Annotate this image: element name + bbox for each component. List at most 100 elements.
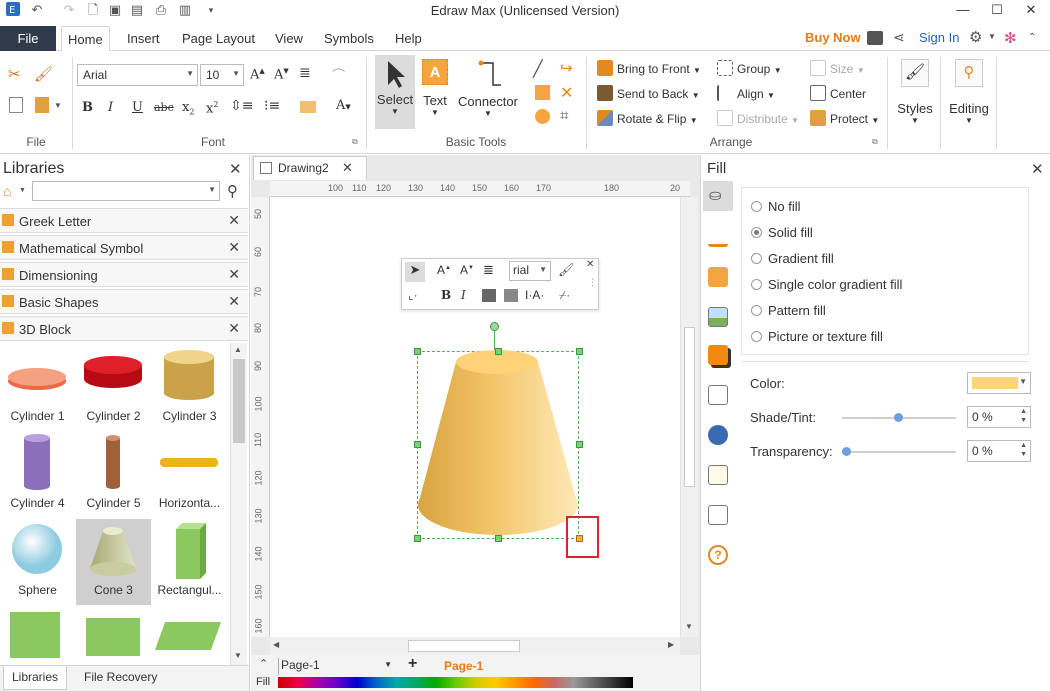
rotate-flip-button[interactable]: Rotate & Flip ▼ [597,110,698,126]
library-search-input[interactable]: ▼ [32,181,220,201]
page-properties-icon[interactable] [708,385,728,405]
connector-style-icon[interactable]: ⌞· [408,288,418,302]
close-document-icon[interactable]: ✕ [342,160,353,176]
close-toolbar-icon[interactable]: ✕ [586,259,594,270]
spin-arrows-icon[interactable]: ▲ ▼ [1020,407,1027,425]
add-page-button[interactable]: + [408,655,417,673]
pointer-icon[interactable]: ➤ [405,262,425,282]
cut-icon[interactable]: ✂ [8,65,21,83]
cube-shape-thumbnail[interactable] [10,612,60,658]
tab-symbols[interactable]: Symbols [318,26,380,51]
fill-option-no-fill[interactable]: No fill [751,199,801,214]
app-plugin-icon[interactable]: ✻ [1004,29,1017,47]
italic-button[interactable]: I [461,288,466,302]
close-category-icon[interactable]: ✕ [228,320,240,337]
tab-view[interactable]: View [269,26,309,51]
shape-cylinder-2[interactable]: Cylinder 2 [76,345,151,431]
library-scrollbar[interactable]: ▲ ▼ [230,343,247,665]
scroll-left-icon[interactable]: ◀ [273,640,279,649]
cart-icon[interactable] [867,31,883,45]
library-category-3d-block[interactable]: 3D Block ✕ [0,316,248,341]
shape-horizontal-cylinder[interactable]: Horizonta... [152,432,227,518]
library-category-basic-shapes[interactable]: Basic Shapes ✕ [0,289,248,314]
resize-handle-bottom-left[interactable] [414,535,421,542]
rectangle-tool-icon[interactable] [535,85,550,100]
fill-option-picture-texture[interactable]: Picture or texture fill [751,329,883,344]
superscript-button[interactable]: x2 [206,100,218,116]
library-category-greek-letter[interactable]: Greek Letter ✕ [0,208,248,233]
line-tool-icon[interactable]: ╱ [533,59,543,79]
library-home-dropdown-icon[interactable]: ▼ [19,187,26,194]
format-painter-icon[interactable]: 🖌 [558,262,575,278]
select-tool-button[interactable]: Select ▼ [375,55,415,129]
settings-gear-icon[interactable]: ⚙ [969,28,982,46]
buy-now-link[interactable]: Buy Now [805,30,861,45]
scroll-thumb[interactable] [233,359,245,443]
line-spacing-icon[interactable]: ⇳≡ [230,98,253,114]
fill-option-single-color-gradient[interactable]: Single color gradient fill [751,277,902,292]
decrease-font-icon[interactable]: A▼ [274,67,289,82]
resize-handle-top[interactable] [495,348,502,355]
send-backward-icon[interactable] [504,289,518,302]
radio-button[interactable] [751,279,762,290]
comment-icon[interactable] [708,505,728,525]
text-tool-button[interactable]: A Text ▼ [419,59,451,129]
file-menu[interactable]: File [0,26,56,51]
sign-in-link[interactable]: Sign In [919,30,959,45]
library-home-icon[interactable]: ⌂ [3,183,11,199]
align-text-icon[interactable]: ≣ [299,65,311,81]
increase-font-icon[interactable]: A▲ [437,263,451,277]
document-tab[interactable]: Drawing2 ✕ [253,156,367,180]
format-painter-icon[interactable]: 🖌 [34,65,53,83]
center-button[interactable]: Center [810,85,866,101]
resize-handle-right[interactable] [576,441,583,448]
scroll-thumb[interactable] [408,640,520,652]
note-icon[interactable] [708,465,728,485]
tab-home[interactable]: Home [61,26,110,52]
shape-cone-3[interactable]: Cone 3 [76,519,151,605]
close-fill-panel-icon[interactable]: ✕ [1031,160,1044,178]
close-window-button[interactable]: ✕ [1014,0,1048,22]
text-effect-icon[interactable]: ⌒ [332,65,345,84]
library-category-mathematical-symbol[interactable]: Mathematical Symbol ✕ [0,235,248,260]
close-libraries-icon[interactable]: ✕ [229,160,242,178]
scroll-right-icon[interactable]: ▶ [668,640,674,649]
search-icon[interactable]: ⚲ [227,182,238,200]
drawing-page[interactable]: ➤ A▲ A▼ ≣ rial ▼ 🖌 ✕ ⌞· B I I·A· ⌿· ⋮ [270,197,680,637]
bold-button[interactable]: B [82,100,93,115]
distribute-button[interactable]: Distribute ▼ [717,110,799,126]
cone-shape[interactable] [416,350,580,540]
align-text-icon[interactable]: ≣ [483,262,494,278]
underline-button[interactable]: U [132,100,143,115]
collapse-ribbon-icon[interactable]: ⌃ [1028,32,1036,43]
fill-option-solid-fill[interactable]: Solid fill [751,225,813,240]
ellipse-tool-icon[interactable] [535,109,550,124]
radio-button[interactable] [751,253,762,264]
crop-tool-icon[interactable]: ⌗ [560,107,568,124]
tab-libraries[interactable]: Libraries [3,666,67,690]
shape-cylinder-5[interactable]: Cylinder 5 [76,432,151,518]
close-category-icon[interactable]: ✕ [228,266,240,283]
fill-tab-button[interactable]: ⛀ [703,181,733,211]
group-button[interactable]: Group ▼ [717,60,782,76]
fill-color-picker[interactable]: ▼ [967,372,1031,394]
bring-forward-icon[interactable] [482,289,496,302]
font-dialog-launcher-icon[interactable]: ⧉ [352,137,358,147]
resize-handle-left[interactable] [414,441,421,448]
shape-sphere[interactable]: Sphere [0,519,75,605]
canvas-vertical-scrollbar[interactable]: ▼ [680,197,698,637]
subscript-button[interactable]: x2 [182,100,194,117]
fill-option-pattern-fill[interactable]: Pattern fill [751,303,826,318]
tab-insert[interactable]: Insert [121,26,166,51]
transparency-slider-knob[interactable] [842,447,851,456]
resize-handle-top-left[interactable] [414,348,421,355]
close-category-icon[interactable]: ✕ [228,212,240,229]
globe-icon[interactable] [708,425,728,445]
shape-cylinder-1[interactable]: Cylinder 1 [0,345,75,431]
page-tab-active[interactable]: Page-1 [444,659,483,673]
spin-arrows-icon[interactable]: ▲ ▼ [1020,441,1027,459]
size-button[interactable]: Size ▼ [810,60,865,76]
paste-icon[interactable] [35,97,49,113]
picture-icon[interactable] [708,307,728,327]
box-shape-thumbnail[interactable] [86,618,140,656]
